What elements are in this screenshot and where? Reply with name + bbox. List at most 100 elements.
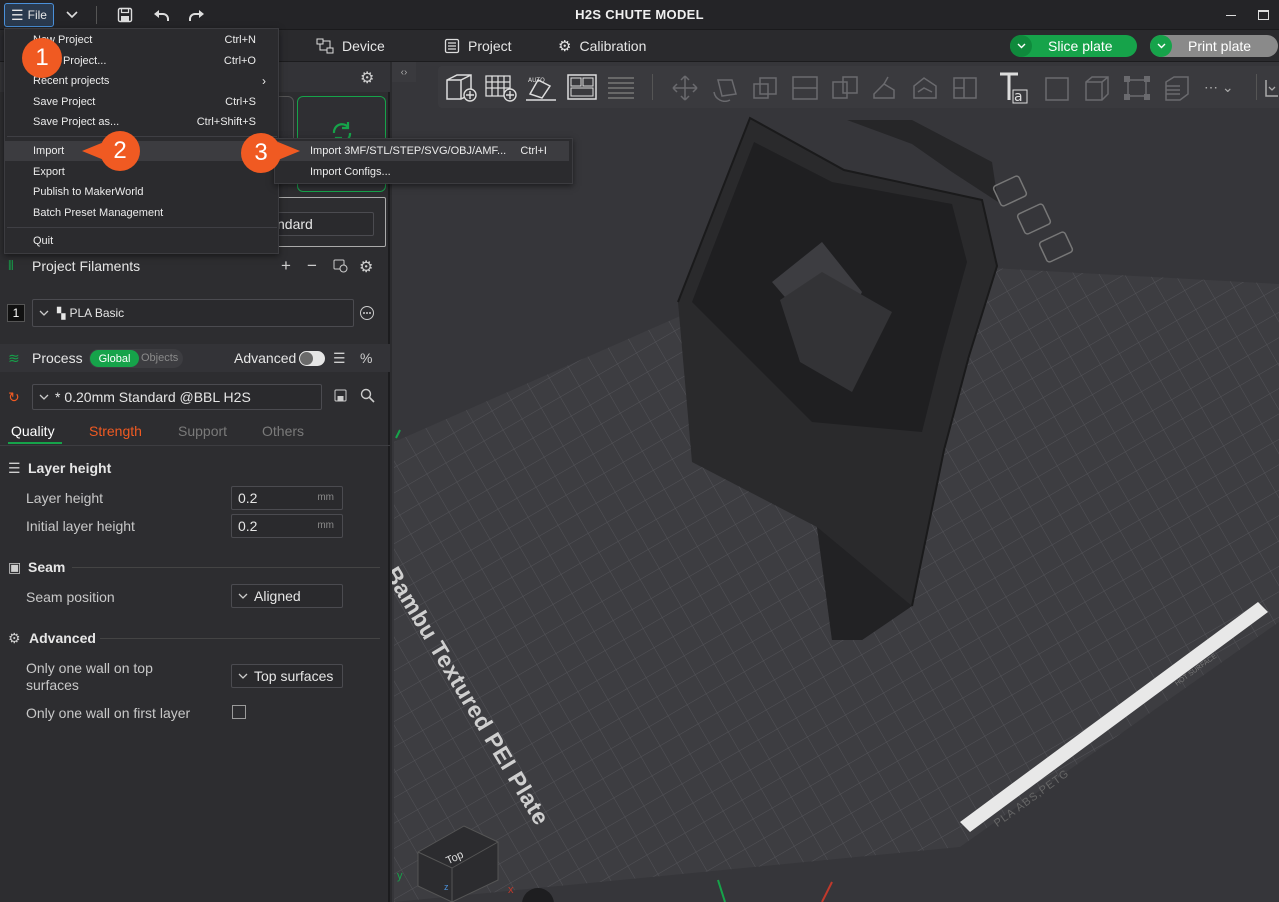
menu-item-shortcut: Ctrl+N: [224, 34, 256, 46]
layer-height-unit: mm: [317, 492, 334, 503]
search-icon[interactable]: [360, 388, 375, 406]
one-wall-top-select[interactable]: Top surfaces: [231, 664, 343, 688]
toggle-global[interactable]: Global: [90, 350, 139, 367]
reset-icon[interactable]: ↻: [8, 389, 20, 406]
menu-item-save-project[interactable]: Save Project Ctrl+S: [5, 92, 278, 112]
chevron-down-icon: [39, 310, 49, 316]
menu-item-export[interactable]: Export: [5, 162, 278, 182]
minimize-icon[interactable]: [1222, 3, 1240, 27]
tab-project[interactable]: Project: [444, 30, 512, 61]
active-tab-underline: [8, 442, 62, 444]
tab-device[interactable]: Device: [316, 30, 385, 61]
plate-type-select[interactable]: ndard: [270, 212, 374, 236]
initial-layer-height-label: Initial layer height: [26, 518, 135, 534]
menu-item-label: Publish to MakerWorld: [33, 186, 144, 198]
layer-height-value: 0.2: [238, 490, 258, 506]
one-wall-top-value: Top surfaces: [254, 668, 334, 684]
tab-strength[interactable]: Strength: [89, 423, 142, 439]
printer-settings-gear-icon[interactable]: ⚙: [360, 68, 374, 88]
menu-item-batch-preset[interactable]: Batch Preset Management: [5, 203, 278, 223]
filament-icon: ⦀: [8, 258, 14, 273]
tab-calibration[interactable]: ⚙ Calibration: [558, 30, 646, 61]
one-wall-top-label: Only one wall on top surfaces: [26, 660, 153, 693]
menu-item-label: Save Project as...: [33, 116, 120, 128]
submenu-item-import-models[interactable]: Import 3MF/STL/STEP/SVG/OBJ/AMF... Ctrl+…: [277, 141, 569, 161]
submenu-item-shortcut: Ctrl+I: [520, 145, 547, 157]
process-title: Process: [32, 350, 83, 366]
step-2-pointer: [82, 142, 104, 160]
calibration-gear-icon: ⚙: [558, 37, 572, 55]
plate-side-icons: [992, 175, 1074, 263]
submenu-arrow-icon: ›: [262, 74, 266, 88]
filament-name: PLA Basic: [69, 306, 125, 320]
menu-item-import[interactable]: Import ›: [5, 141, 278, 161]
advanced-gears-icon: ⚙: [8, 630, 21, 646]
add-filament-icon[interactable]: +: [281, 256, 291, 276]
menu-item-label: Batch Preset Management: [33, 207, 164, 219]
view-cube[interactable]: Top y z x: [397, 822, 514, 902]
menu-item-shortcut: Ctrl+S: [225, 96, 256, 108]
axis-x-label: x: [508, 884, 514, 896]
submenu-item-import-configs[interactable]: Import Configs...: [277, 162, 569, 182]
project-icon: [444, 38, 460, 53]
tab-calibration-label: Calibration: [579, 37, 647, 54]
menu-item-shortcut: Ctrl+O: [223, 55, 256, 67]
device-icon: [316, 38, 334, 53]
menu-item-save-project-as[interactable]: Save Project as... Ctrl+Shift+S: [5, 112, 278, 132]
initial-layer-height-value: 0.2: [238, 518, 258, 534]
advanced-section: Advanced: [29, 630, 96, 646]
compare-icon[interactable]: %: [360, 350, 372, 366]
toggle-objects[interactable]: Objects: [141, 352, 178, 364]
filament-brand-icon: ▚: [57, 307, 66, 320]
axis-z-label: z: [444, 882, 449, 892]
one-wall-first-checkbox[interactable]: [232, 705, 246, 719]
filament-sync-icon[interactable]: [333, 259, 348, 276]
advanced-label: Advanced: [234, 350, 297, 366]
3d-viewport[interactable]: ‹› AUTO a ⋯ ⌄ Bambu Textured PEI Plate P…: [392, 62, 1279, 902]
tab-quality[interactable]: Quality: [11, 423, 55, 439]
one-wall-first-label: Only one wall on first layer: [26, 705, 191, 721]
menu-item-label: Import: [33, 145, 65, 157]
print-plate-button[interactable]: Print plate: [1150, 35, 1278, 57]
window-title: H2S CHUTE MODEL: [575, 7, 704, 22]
filament-slot-number: 1: [7, 304, 25, 322]
remove-filament-icon[interactable]: −: [307, 256, 317, 276]
menu-item-publish-makerworld[interactable]: Publish to MakerWorld: [5, 182, 278, 202]
save-preset-icon[interactable]: [334, 389, 347, 405]
menu-separator: [7, 136, 277, 137]
step-badge-1: 1: [22, 38, 62, 78]
step-3-pointer: [278, 142, 300, 160]
list-icon[interactable]: ☰: [333, 350, 346, 367]
layer-height-icon: ☰: [8, 460, 21, 476]
import-submenu: Import 3MF/STL/STEP/SVG/OBJ/AMF... Ctrl+…: [274, 138, 573, 184]
advanced-divider: [100, 638, 380, 639]
filament-more-icon[interactable]: [359, 305, 375, 324]
step-badge-2: 2: [100, 131, 140, 171]
print-plate-label: Print plate: [1188, 38, 1252, 54]
layer-height-input[interactable]: 0.2 mm: [231, 486, 343, 510]
step-badge-3: 3: [241, 133, 281, 173]
menu-separator: [7, 227, 277, 228]
print-dropdown-chevron-icon[interactable]: [1150, 35, 1172, 57]
advanced-toggle[interactable]: [299, 351, 325, 366]
chevron-down-icon: [238, 673, 248, 679]
menu-item-label: Quit: [33, 235, 54, 247]
initial-layer-height-unit: mm: [317, 520, 334, 531]
process-preset-select[interactable]: * 0.20mm Standard @BBL H2S: [32, 384, 322, 410]
filament-settings-gear-icon[interactable]: ⚙: [359, 257, 373, 277]
tab-support[interactable]: Support: [178, 423, 227, 439]
submenu-item-label: Import 3MF/STL/STEP/SVG/OBJ/AMF...: [310, 145, 507, 157]
global-objects-toggle[interactable]: Global Objects: [89, 349, 183, 368]
tab-others[interactable]: Others: [262, 423, 304, 439]
seam-position-select[interactable]: Aligned: [231, 584, 343, 608]
menu-item-label: Save Project: [33, 96, 96, 108]
maximize-icon[interactable]: [1254, 3, 1272, 27]
menu-item-quit[interactable]: Quit: [5, 231, 278, 251]
chevron-down-icon: [238, 593, 248, 599]
axis-y-label: y: [397, 870, 403, 882]
initial-layer-height-input[interactable]: 0.2 mm: [231, 514, 343, 538]
slice-dropdown-chevron-icon[interactable]: [1010, 35, 1032, 57]
filament-select[interactable]: ▚ PLA Basic: [32, 299, 354, 327]
chevron-down-icon: [39, 394, 49, 400]
slice-plate-button[interactable]: Slice plate: [1010, 35, 1137, 57]
